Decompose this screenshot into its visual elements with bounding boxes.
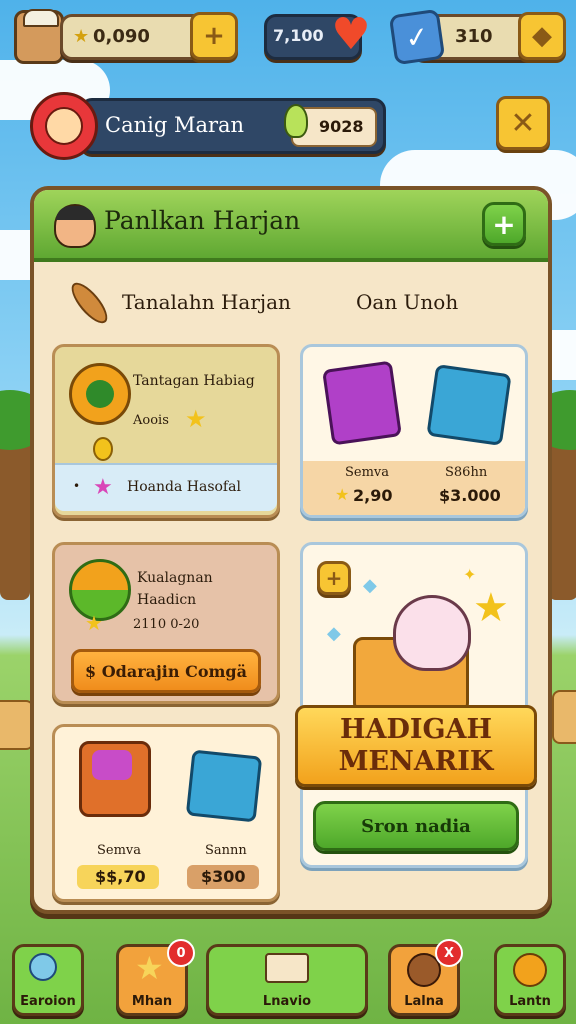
progress-card[interactable]: Kualagnan Haadicn ★ 2110 0-20 $ Odarajin…: [52, 542, 280, 704]
crystal-icon: ◆: [327, 623, 341, 644]
gear-icon: [513, 953, 547, 987]
reward-card[interactable]: + ◆ ◆ ★ ✦ HADIGAH MENARIK Sron nadia: [295, 542, 537, 868]
notification-badge: 0: [167, 939, 195, 967]
feather-icon: [55, 271, 117, 333]
nav-label: Lnavio: [262, 994, 312, 1009]
nav-mission[interactable]: ★ Mhan 0: [116, 939, 195, 1016]
add-coins-button[interactable]: +: [190, 12, 238, 60]
nav-settings[interactable]: Lantn: [494, 944, 566, 1016]
shop-item1-label: Semva: [345, 465, 390, 480]
star-icon: ★: [473, 585, 509, 631]
quest-footer: • ★ Hoanda Hasofal: [55, 463, 277, 511]
nav-label: Lalna: [404, 994, 444, 1009]
blue-book-icon: [426, 364, 512, 446]
notification-badge: X: [435, 939, 463, 967]
nav-label: Mhan: [131, 994, 173, 1009]
quest-title: Tantagan Habiag: [133, 373, 255, 389]
panel-header: Panlkan Harjan +: [34, 190, 548, 262]
add-gems-button[interactable]: ◆: [518, 12, 566, 60]
key-icon: [29, 953, 57, 981]
pink-star-icon: ★: [93, 475, 113, 500]
daily-panel: Panlkan Harjan + Tanalahn Harjan Oan Uno…: [30, 186, 552, 914]
hearts-value: 7,100: [273, 26, 324, 45]
reward-banner: HADIGAH MENARIK: [295, 705, 537, 787]
cupcake-decor: [0, 700, 34, 750]
cupcake-decor: [552, 690, 576, 744]
nav-home[interactable]: Lnavio: [206, 944, 368, 1016]
star-icon: ★: [335, 485, 350, 504]
section-right-heading: Oan Unoh: [356, 290, 459, 314]
nav-friends[interactable]: Lalna X: [388, 939, 463, 1016]
lightbulb-icon: [284, 104, 308, 138]
progress-title: Kualagnan Haadicn: [137, 570, 213, 608]
panel-title: Panlkan Harjan: [104, 206, 301, 235]
bundle-item1-label: Semva: [97, 843, 142, 858]
blue-box-icon: [185, 749, 263, 823]
star-icon: ★: [85, 611, 103, 635]
bullet-icon: •: [73, 479, 81, 493]
quest-reward: Aoois: [133, 413, 169, 428]
add-small-button[interactable]: +: [317, 561, 351, 595]
checkmark-icon: ✓: [388, 8, 446, 66]
star-icon: ★: [135, 949, 164, 987]
sparkle-icon: ✦: [463, 565, 477, 584]
player-avatar[interactable]: [14, 9, 64, 64]
pink-gift-icon: [79, 741, 151, 817]
coin-value: 0,090: [93, 26, 150, 47]
progress-button[interactable]: $ Odarajin Comgä: [71, 649, 261, 693]
shop-item1-price: 2,90: [353, 486, 393, 505]
crystal-icon: ◆: [363, 575, 377, 596]
flower-avatar-icon[interactable]: [30, 92, 98, 160]
nav-label: Earoion: [20, 994, 76, 1009]
nav-label: Lantn: [509, 994, 551, 1009]
shop-item2-label: S86hn: [445, 465, 488, 480]
hat-icon: [23, 9, 59, 27]
shop-card[interactable]: Semva ★ 2,90 S86hn $3.000: [300, 344, 528, 518]
heart-icon: ♥: [331, 8, 371, 60]
shop-item2-price: $3.000: [439, 486, 501, 505]
banner-line2: MENARIK: [338, 746, 494, 777]
pink-cat-icon: [393, 595, 471, 671]
game-scene: ★ 0,090 + 7,100 ♥ 310 ✓ ◆ Canig Maran 90…: [0, 0, 576, 1024]
profile-name: Canig Maran: [105, 113, 245, 137]
add-button[interactable]: +: [482, 202, 526, 246]
bundle-item1-price: $$,70: [95, 867, 146, 886]
bundle-item2-label: Sannn: [205, 843, 247, 858]
gems-value: 310: [455, 26, 493, 47]
coin-icon: [93, 437, 113, 461]
map-icon: [265, 953, 309, 983]
profile-bar: Canig Maran 9028: [80, 98, 386, 154]
section-left-heading: Tanalahn Harjan: [122, 290, 291, 314]
orange-creature-icon: [69, 363, 131, 425]
quest-card[interactable]: Tantagan Habiag Aoois ★ • ★ Hoanda Hasof…: [52, 344, 280, 518]
nav-explore[interactable]: Earoion: [12, 944, 84, 1016]
star-icon: ★: [73, 26, 90, 47]
bundle-item2-price: $300: [201, 867, 246, 886]
close-x-button[interactable]: ✕: [496, 96, 550, 150]
bundle-card[interactable]: Semva $$,70 Sannn $300: [52, 724, 280, 902]
energy-value: 9028: [319, 117, 364, 136]
banner-line1: HADIGAH: [339, 714, 493, 745]
purple-book-icon: [322, 360, 402, 446]
claim-button[interactable]: Sron nadia: [313, 801, 519, 851]
progress-stats: 2110 0-20: [133, 617, 200, 632]
star-icon: ★: [185, 405, 207, 433]
quest-footer-text: Hoanda Hasofal: [127, 479, 241, 495]
character-icon: [54, 204, 96, 248]
